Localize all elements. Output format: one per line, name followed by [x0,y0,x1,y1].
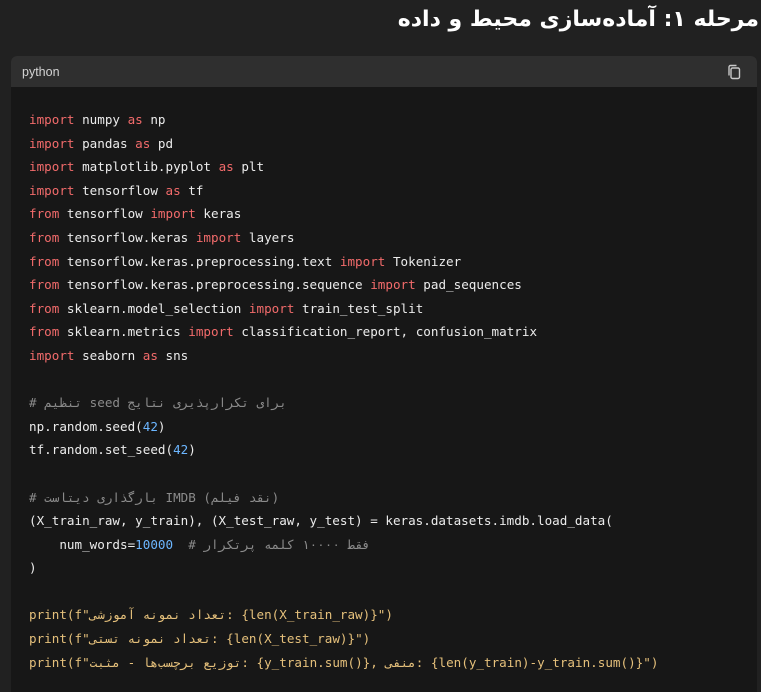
code-line: import matplotlib.pyplot as plt [29,159,265,175]
code-line: from tensorflow.keras.preprocessing.sequ… [29,277,522,293]
code-line: print(f"تعداد نمونه تستی: {len(X_test_ra… [29,631,371,647]
code-comment: # فقط ۱۰۰۰۰ کلمه پرتکرار [173,536,371,552]
code-comment: # بارگذاری دیتاست IMDB (نقد فیلم) [29,489,280,505]
code-line: print(f"تعداد نمونه آموزشی: {len(X_train… [29,607,393,623]
copy-icon[interactable] [725,63,743,81]
code-line: tf.random.set_seed(42) [29,442,196,458]
code-line: print(f"توزیع برچسب‌ها - مثبت: {y_train.… [29,654,659,670]
code-line: from tensorflow.keras import layers [29,229,295,245]
code-line: from sklearn.model_selection import trai… [29,300,424,316]
code-line: from sklearn.metrics import classificati… [29,324,538,340]
code-line: (X_train_raw, y_train), (X_test_raw, y_t… [29,513,613,529]
code-line: num_words=10000 # فقط ۱۰۰۰۰ کلمه پرتکرار [29,536,371,552]
page-heading: مرحله ۱: آماده‌سازی محیط و داده [397,7,759,32]
code-line: from tensorflow import keras [29,206,242,222]
code-line: np.random.seed(42) [29,418,166,434]
code-line: import pandas as pd [29,135,174,151]
code-line: import seaborn as sns [29,347,189,363]
code-comment: # تنظیم seed برای تکرارپذیری نتایج [29,395,287,411]
language-label: python [22,64,60,79]
code-line: ) [29,560,37,576]
code-line: import tensorflow as tf [29,182,204,198]
code-line: from tensorflow.keras.preprocessing.text… [29,253,462,269]
code-line: # تنظیم seed برای تکرارپذیری نتایج [29,391,757,415]
code-line: import numpy as np [29,112,166,127]
code-content: import numpy as np import pandas as pd i… [11,87,757,674]
code-block: python import numpy as np import pandas … [11,56,757,692]
code-line: # بارگذاری دیتاست IMDB (نقد فیلم) [29,486,757,510]
code-block-header: python [11,56,757,87]
